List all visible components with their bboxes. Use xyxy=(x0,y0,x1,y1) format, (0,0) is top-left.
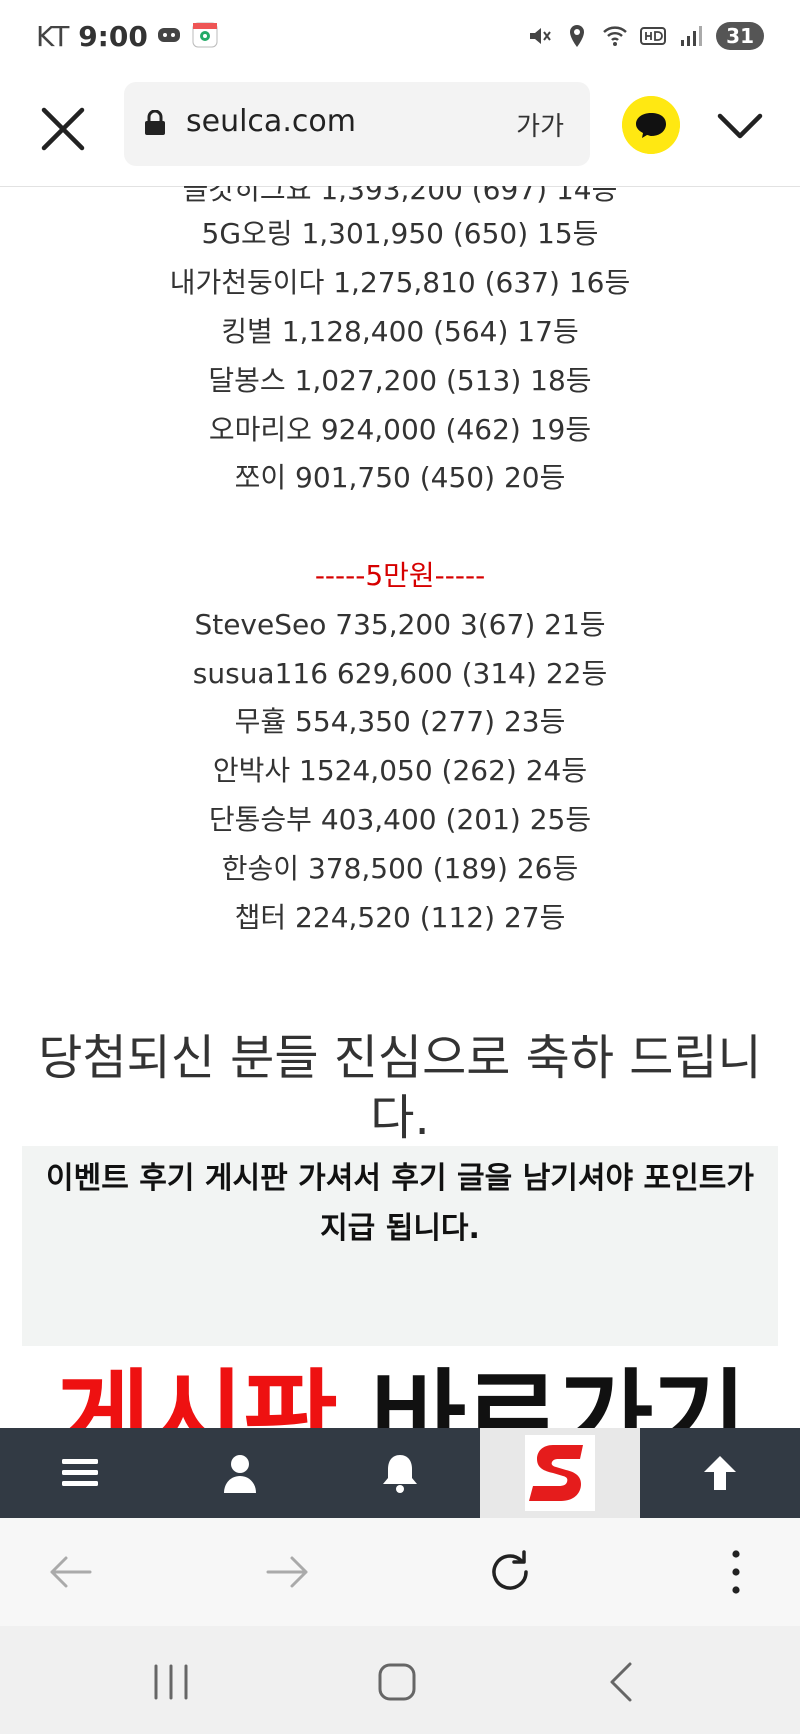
mute-icon xyxy=(530,28,551,44)
ranking-row: 무휼 554,350 (277) 23등 xyxy=(234,705,566,738)
board-link-black-text: 바로가기 xyxy=(370,1358,747,1428)
site-logo-button[interactable] xyxy=(480,1428,640,1518)
wifi-icon xyxy=(603,26,627,46)
home-icon[interactable] xyxy=(374,1660,420,1704)
board-shortcut-link[interactable]: 게시판 바로가기 xyxy=(0,1334,800,1428)
lock-icon xyxy=(145,110,165,135)
page-content: 골갓히그요 1,393,200 (697) 14등 5G오링 1,301,950… xyxy=(0,186,800,1428)
congratulations-heading: 당첨되신 분들 진심으로 축하 드립니다. xyxy=(38,1030,762,1146)
scroll-top-button[interactable] xyxy=(640,1428,800,1518)
more-options-icon[interactable] xyxy=(708,1544,764,1600)
ranking-row: 내가천둥이다 1,275,810 (637) 16등 xyxy=(169,266,631,299)
kakaotalk-share-icon[interactable] xyxy=(622,96,680,154)
site-bottom-nav xyxy=(0,1428,800,1518)
forward-arrow-icon[interactable] xyxy=(260,1544,316,1600)
ranking-row: 한송이 378,500 (189) 26등 xyxy=(221,852,579,885)
notice-box: 이벤트 후기 게시판 가셔서 후기 글을 남기셔야 포인트가 지급 됩니다. xyxy=(22,1146,778,1346)
ranking-row: 단통승부 403,400 (201) 25등 xyxy=(208,803,592,836)
account-button[interactable] xyxy=(160,1428,320,1518)
hamburger-icon xyxy=(62,1459,98,1486)
menu-button[interactable] xyxy=(0,1428,160,1518)
hd-voice-icon xyxy=(640,27,667,45)
address-bar[interactable]: seulca.com 가가 xyxy=(124,82,590,166)
seulca-logo-icon xyxy=(525,1435,595,1511)
ranking-row: 달봉스 1,027,200 (513) 18등 xyxy=(208,364,592,397)
browser-toolbar: seulca.com 가가 xyxy=(0,76,800,187)
status-bar: KT 9:00 31 xyxy=(0,0,800,76)
chevron-down-icon[interactable] xyxy=(716,106,764,146)
system-navigation-bar xyxy=(0,1626,800,1734)
notifications-button[interactable] xyxy=(320,1428,480,1518)
board-link-red-text: 게시판 xyxy=(55,1358,338,1428)
notification-icons xyxy=(156,22,218,48)
notice-text: 이벤트 후기 게시판 가셔서 후기 글을 남기셔야 포인트가 지급 됩니다. xyxy=(46,1161,754,1246)
browser-bottom-bar xyxy=(0,1518,800,1626)
system-icons: 31 xyxy=(526,22,764,50)
ranking-row: 챕터 224,520 (112) 27등 xyxy=(234,901,566,934)
map-app-icon xyxy=(192,22,218,48)
ranking-row-cut: 골갓히그요 1,393,200 (697) 14등 xyxy=(182,186,618,206)
location-icon xyxy=(570,25,585,47)
carrier-time: KT 9:00 xyxy=(36,20,148,53)
clock: 9:00 xyxy=(78,20,148,53)
signal-icon xyxy=(681,26,703,46)
ranking-row: 쪼이 901,750 (450) 20등 xyxy=(234,461,566,494)
arrow-up-icon xyxy=(704,1456,736,1490)
discord-icon xyxy=(158,28,180,42)
back-arrow-icon[interactable] xyxy=(42,1544,98,1600)
close-icon[interactable] xyxy=(38,104,88,154)
battery-indicator: 31 xyxy=(716,22,764,50)
url-text: seulca.com xyxy=(186,104,356,139)
prize-divider: -----5만원----- xyxy=(314,559,486,592)
reload-icon[interactable] xyxy=(482,1544,538,1600)
carrier: KT xyxy=(36,20,70,53)
ranking-row: 5G오링 1,301,950 (650) 15등 xyxy=(201,217,599,250)
back-icon[interactable] xyxy=(600,1660,646,1704)
text-size-button[interactable]: 가가 xyxy=(516,106,564,143)
ranking-row: SteveSeo 735,200 3(67) 21등 xyxy=(194,608,606,641)
user-icon xyxy=(224,1455,256,1493)
ranking-row: 안박사 1524,050 (262) 24등 xyxy=(212,754,588,787)
bell-icon xyxy=(383,1455,417,1493)
ranking-row: 오마리오 924,000 (462) 19등 xyxy=(208,413,592,446)
ranking-row: susua116 629,600 (314) 22등 xyxy=(192,657,608,690)
recent-apps-icon[interactable] xyxy=(148,1660,194,1704)
ranking-row: 킹별 1,128,400 (564) 17등 xyxy=(221,315,579,348)
